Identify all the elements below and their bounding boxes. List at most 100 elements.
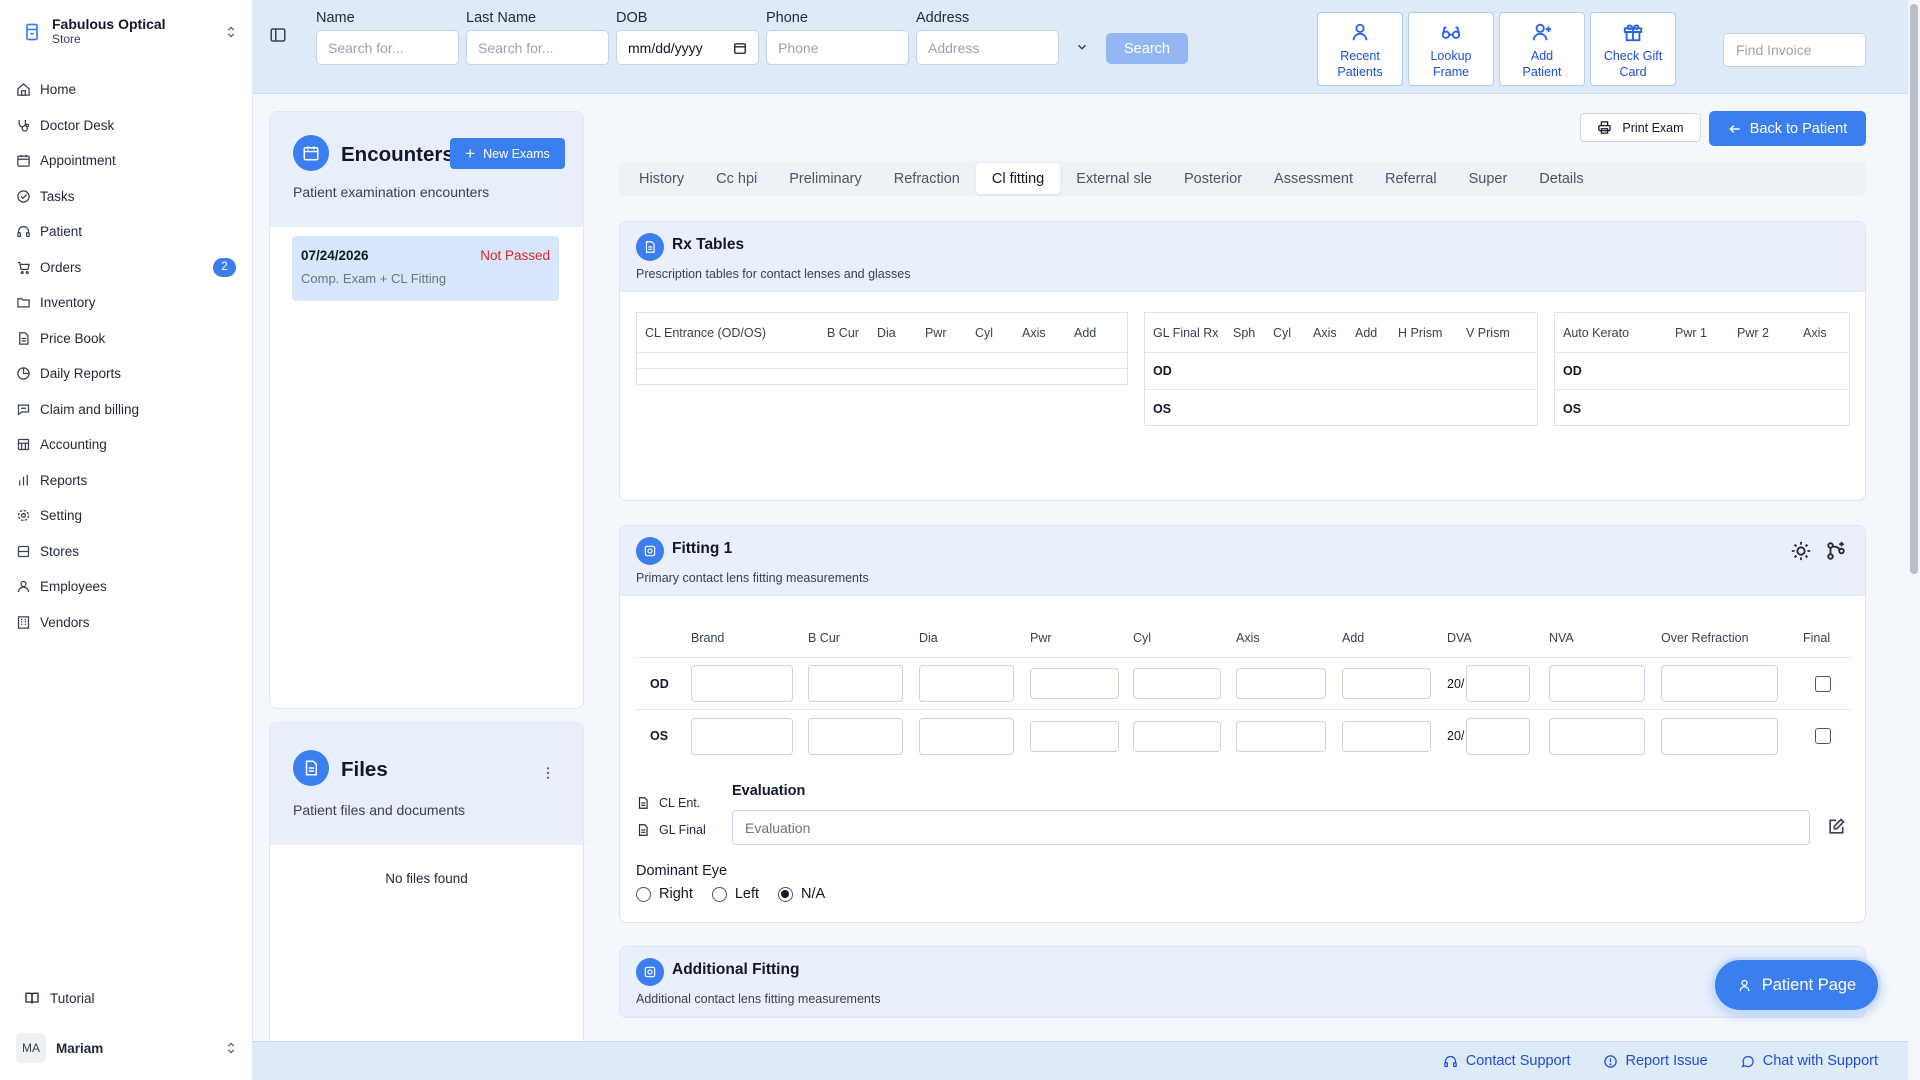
back-to-patient-button[interactable]: Back to Patient [1709, 111, 1866, 146]
user-menu[interactable]: MA Mariam [16, 1032, 238, 1064]
radio-button[interactable] [636, 886, 651, 902]
dominant-na-option[interactable]: N/A [778, 886, 825, 902]
tab-cc-hpi[interactable]: Cc hpi [700, 163, 773, 194]
table-header: Add [1355, 325, 1378, 340]
search-button[interactable]: Search [1106, 33, 1188, 64]
tab-assessment[interactable]: Assessment [1258, 163, 1369, 194]
pwr-input[interactable] [1030, 668, 1119, 699]
sidebar-item-tasks[interactable]: Tasks [12, 179, 240, 215]
sidebar-item-claim-billing[interactable]: Claim and billing [12, 392, 240, 428]
dva-input[interactable] [1466, 717, 1531, 755]
report-issue-link[interactable]: Report Issue [1603, 1053, 1708, 1069]
sidebar-item-price-book[interactable]: Price Book [12, 321, 240, 357]
brand-input[interactable] [691, 665, 793, 702]
table-row: OS 20/ [636, 710, 1851, 762]
tab-preliminary[interactable]: Preliminary [773, 163, 878, 194]
sidebar-toggle-icon[interactable] [269, 26, 287, 44]
tab-referral[interactable]: Referral [1369, 163, 1453, 194]
sidebar-item-daily-reports[interactable]: Daily Reports [12, 356, 240, 392]
chat-support-link[interactable]: Chat with Support [1740, 1053, 1878, 1069]
sidebar-item-appointment[interactable]: Appointment [12, 143, 240, 179]
over-refraction-input[interactable] [1661, 665, 1778, 702]
dominant-right-option[interactable]: Right [636, 886, 693, 902]
dob-input[interactable]: mm/dd/yyyy [616, 30, 759, 65]
fitting-badge [636, 537, 664, 565]
sidebar-item-stores[interactable]: Stores [12, 534, 240, 570]
page-scrollbar[interactable] [1908, 0, 1920, 1080]
contact-support-link[interactable]: Contact Support [1443, 1053, 1571, 1069]
find-invoice-input[interactable]: Find Invoice [1723, 33, 1866, 67]
last-name-input[interactable]: Search for... [466, 30, 609, 65]
sidebar-item-accounting[interactable]: Accounting [12, 427, 240, 463]
recent-patients-button[interactable]: Recent Patients [1317, 12, 1403, 86]
sidebar-item-setting[interactable]: Setting [12, 498, 240, 534]
tab-external-sle[interactable]: External sle [1060, 163, 1168, 194]
nva-input[interactable] [1549, 665, 1645, 702]
cyl-input[interactable] [1133, 720, 1221, 752]
sidebar-item-orders[interactable]: Orders 2 [12, 250, 240, 286]
print-exam-button[interactable]: Print Exam [1580, 113, 1701, 142]
b-cur-input[interactable] [808, 665, 903, 702]
store-switcher[interactable]: Fabulous Optical Store [18, 14, 238, 50]
final-checkbox[interactable] [1815, 675, 1831, 692]
cl-ent-link[interactable]: CL Ent. [636, 789, 706, 816]
add-input[interactable] [1342, 668, 1431, 699]
axis-input[interactable] [1236, 668, 1326, 699]
chevron-down-icon[interactable] [1075, 40, 1089, 54]
encounter-item[interactable]: 07/24/2026 Not Passed Comp. Exam + CL Fi… [292, 236, 559, 301]
gl-final-link[interactable]: GL Final [636, 816, 706, 843]
git-branch-plus-icon[interactable] [1825, 540, 1847, 562]
add-label-2: Patient [1522, 65, 1562, 79]
nva-input[interactable] [1549, 717, 1645, 755]
dva-prefix: 20/ [1447, 729, 1465, 743]
more-vertical-icon[interactable] [540, 765, 556, 781]
eye-label: OD [650, 676, 669, 691]
table-header: Add [1342, 630, 1365, 645]
radio-button-selected[interactable] [778, 886, 794, 902]
name-input[interactable]: Search for... [316, 30, 459, 65]
sidebar-item-patient[interactable]: Patient [12, 214, 240, 250]
address-input[interactable]: Address [916, 30, 1059, 65]
patient-page-button[interactable]: Patient Page [1712, 957, 1881, 1013]
phone-input[interactable]: Phone [766, 30, 909, 65]
final-checkbox[interactable] [1815, 728, 1831, 744]
tab-refraction[interactable]: Refraction [878, 163, 976, 194]
sidebar-item-reports[interactable]: Reports [12, 463, 240, 499]
cyl-input[interactable] [1133, 668, 1221, 699]
tab-cl-fitting[interactable]: Cl fitting [975, 163, 1061, 194]
additional-fitting-title: Additional Fitting [672, 961, 800, 978]
check-gift-card-button[interactable]: Check Gift Card [1590, 12, 1676, 86]
dia-input[interactable] [919, 665, 1014, 702]
lookup-frame-button[interactable]: Lookup Frame [1408, 12, 1494, 86]
tab-details[interactable]: Details [1523, 163, 1599, 194]
sidebar-item-employees[interactable]: Employees [12, 569, 240, 605]
cl-entrance-table: CL Entrance (OD/OS) B Cur Dia Pwr Cyl Ax… [636, 312, 1128, 385]
dva-input[interactable] [1466, 665, 1531, 702]
table-header: Pwr [925, 325, 947, 340]
calendar-icon[interactable] [733, 41, 747, 55]
axis-input[interactable] [1236, 720, 1326, 752]
evaluation-input[interactable]: Evaluation [732, 810, 1810, 845]
edit-icon[interactable] [1826, 817, 1846, 837]
tab-history[interactable]: History [623, 163, 700, 194]
sidebar-item-doctor-desk[interactable]: Doctor Desk [12, 108, 240, 144]
tutorial-link[interactable]: Tutorial [24, 990, 95, 1006]
add-patient-button[interactable]: Add Patient [1499, 12, 1585, 86]
radio-button[interactable] [711, 886, 727, 902]
dominant-left-option[interactable]: Left [711, 886, 759, 902]
new-exams-button[interactable]: + New Exams [450, 138, 565, 169]
brand-input[interactable] [691, 717, 793, 755]
sun-icon[interactable] [1790, 540, 1812, 562]
add-input[interactable] [1342, 720, 1431, 752]
pwr-input[interactable] [1030, 720, 1119, 752]
encounter-status: Not Passed [480, 248, 550, 263]
dia-input[interactable] [919, 717, 1014, 755]
sidebar-item-vendors[interactable]: Vendors [12, 605, 240, 641]
scrollbar-thumb[interactable] [1910, 4, 1918, 574]
tab-super[interactable]: Super [1453, 163, 1524, 194]
sidebar-item-home[interactable]: Home [12, 72, 240, 108]
over-refraction-input[interactable] [1661, 717, 1778, 755]
tab-posterior[interactable]: Posterior [1168, 163, 1258, 194]
sidebar-item-inventory[interactable]: Inventory [12, 285, 240, 321]
b-cur-input[interactable] [808, 717, 903, 755]
